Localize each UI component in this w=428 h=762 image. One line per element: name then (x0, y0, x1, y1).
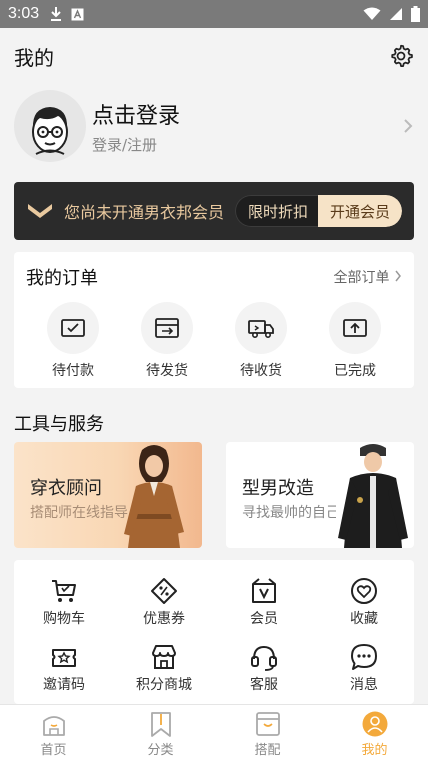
status-bar: 3:03 (0, 0, 428, 28)
service-favorites[interactable]: 收藏 (314, 576, 414, 642)
service-cart[interactable]: 购物车 (14, 576, 114, 642)
tab-category[interactable]: 分类 (107, 705, 214, 762)
order-pending-receipt[interactable]: 待收货 (214, 302, 308, 380)
signal-icon (390, 8, 402, 20)
order-label: 已完成 (334, 363, 376, 379)
register-label[interactable]: 登录/注册 (92, 134, 180, 155)
battery-icon (411, 6, 420, 22)
service-label: 积分商城 (136, 677, 192, 693)
vip-message: 您尚未开通男衣邦会员 (64, 203, 225, 222)
tab-mine[interactable]: 我的 (321, 705, 428, 762)
order-label: 待付款 (52, 363, 94, 379)
service-label: 购物车 (43, 611, 85, 627)
banner-subtitle: 寻找最帅的自己 (242, 505, 340, 521)
banner-subtitle: 搭配师在线指导 (30, 505, 128, 521)
avatar-glasses-man-icon (32, 107, 68, 155)
vip-chevron-icon (28, 204, 52, 218)
store-icon (152, 645, 176, 669)
bottom-tab-bar: 首页 分类 搭配 我的 (0, 704, 428, 762)
service-vip[interactable]: 会员 (214, 576, 314, 642)
order-completed[interactable]: 已完成 (308, 302, 402, 380)
service-label: 邀请码 (43, 677, 85, 693)
page-title: 我的 (14, 45, 54, 70)
open-vip-button[interactable]: 开通会员 (317, 195, 402, 227)
service-label: 客服 (250, 677, 278, 693)
heart-icon (351, 578, 377, 604)
vip-banner[interactable]: 您尚未开通男衣邦会员 限时折扣 开通会员 (14, 182, 414, 240)
limited-discount-tag[interactable]: 限时折扣 (234, 195, 318, 227)
services-card: 购物车 优惠券 会员 收藏 邀请码 积分商城 客服 消息 (14, 560, 414, 704)
banner-title: 穿衣顾问 (30, 478, 102, 499)
service-label: 优惠券 (143, 611, 185, 627)
vip-icon (252, 578, 276, 603)
upload-box-icon (343, 319, 367, 337)
makeover-banner[interactable]: 型男改造 寻找最帅的自己 (226, 442, 414, 548)
tab-label: 首页 (40, 743, 67, 758)
headset-icon (251, 645, 277, 671)
service-label: 会员 (250, 611, 278, 627)
avatar[interactable] (14, 90, 86, 162)
order-label: 待发货 (146, 363, 188, 379)
orders-title: 我的订单 (26, 268, 98, 289)
order-pending-payment[interactable]: 待付款 (26, 302, 120, 380)
order-pending-shipment[interactable]: 待发货 (120, 302, 214, 380)
truck-icon (248, 320, 274, 338)
box-icon (255, 712, 280, 736)
message-icon (351, 644, 377, 670)
service-label: 消息 (350, 677, 378, 693)
tab-outfit[interactable]: 搭配 (214, 705, 321, 762)
man-jacket-illustration (336, 442, 410, 548)
style-consultant-banner[interactable]: 穿衣顾问 搭配师在线指导 (14, 442, 202, 548)
download-icon (51, 7, 62, 21)
wifi-icon (363, 7, 381, 20)
profile-login-row[interactable]: 点击登录 登录/注册 (0, 84, 428, 168)
coupon-icon (151, 578, 177, 604)
service-label: 收藏 (350, 611, 378, 627)
order-label: 待收货 (240, 363, 282, 379)
banner-title: 型男改造 (242, 478, 314, 499)
user-icon (362, 711, 387, 737)
service-customer-support[interactable]: 客服 (214, 642, 314, 708)
ticket-icon (52, 649, 76, 667)
tab-label: 搭配 (254, 743, 281, 758)
tab-label: 分类 (147, 743, 174, 758)
vip-pill[interactable]: 限时折扣 开通会员 (234, 195, 402, 227)
service-messages[interactable]: 消息 (314, 642, 414, 708)
chevron-right-icon (395, 270, 401, 282)
login-label[interactable]: 点击登录 (92, 98, 180, 130)
status-time: 3:03 (8, 5, 40, 22)
service-invite-code[interactable]: 邀请码 (14, 642, 114, 708)
orders-card: 我的订单 全部订单 待付款 待发货 待收货 已完成 (14, 252, 414, 388)
package-icon (155, 318, 179, 338)
tools-section-title: 工具与服务 (14, 414, 104, 435)
service-coupon[interactable]: 优惠券 (114, 576, 214, 642)
tab-home[interactable]: 首页 (0, 705, 107, 762)
woman-coat-illustration (124, 445, 184, 548)
wallet-icon (61, 319, 85, 337)
page-header: 我的 (0, 28, 428, 84)
all-orders-label[interactable]: 全部订单 (334, 270, 390, 286)
service-points-mall[interactable]: 积分商城 (114, 642, 214, 708)
gear-icon[interactable] (388, 43, 414, 69)
tab-label: 我的 (361, 743, 388, 758)
chevron-right-icon[interactable] (402, 117, 414, 135)
app-notification-icon (71, 8, 84, 20)
cart-icon (52, 580, 76, 602)
all-orders-link[interactable]: 全部订单 (334, 267, 402, 287)
bookmark-icon (150, 712, 171, 737)
home-icon (42, 716, 65, 736)
